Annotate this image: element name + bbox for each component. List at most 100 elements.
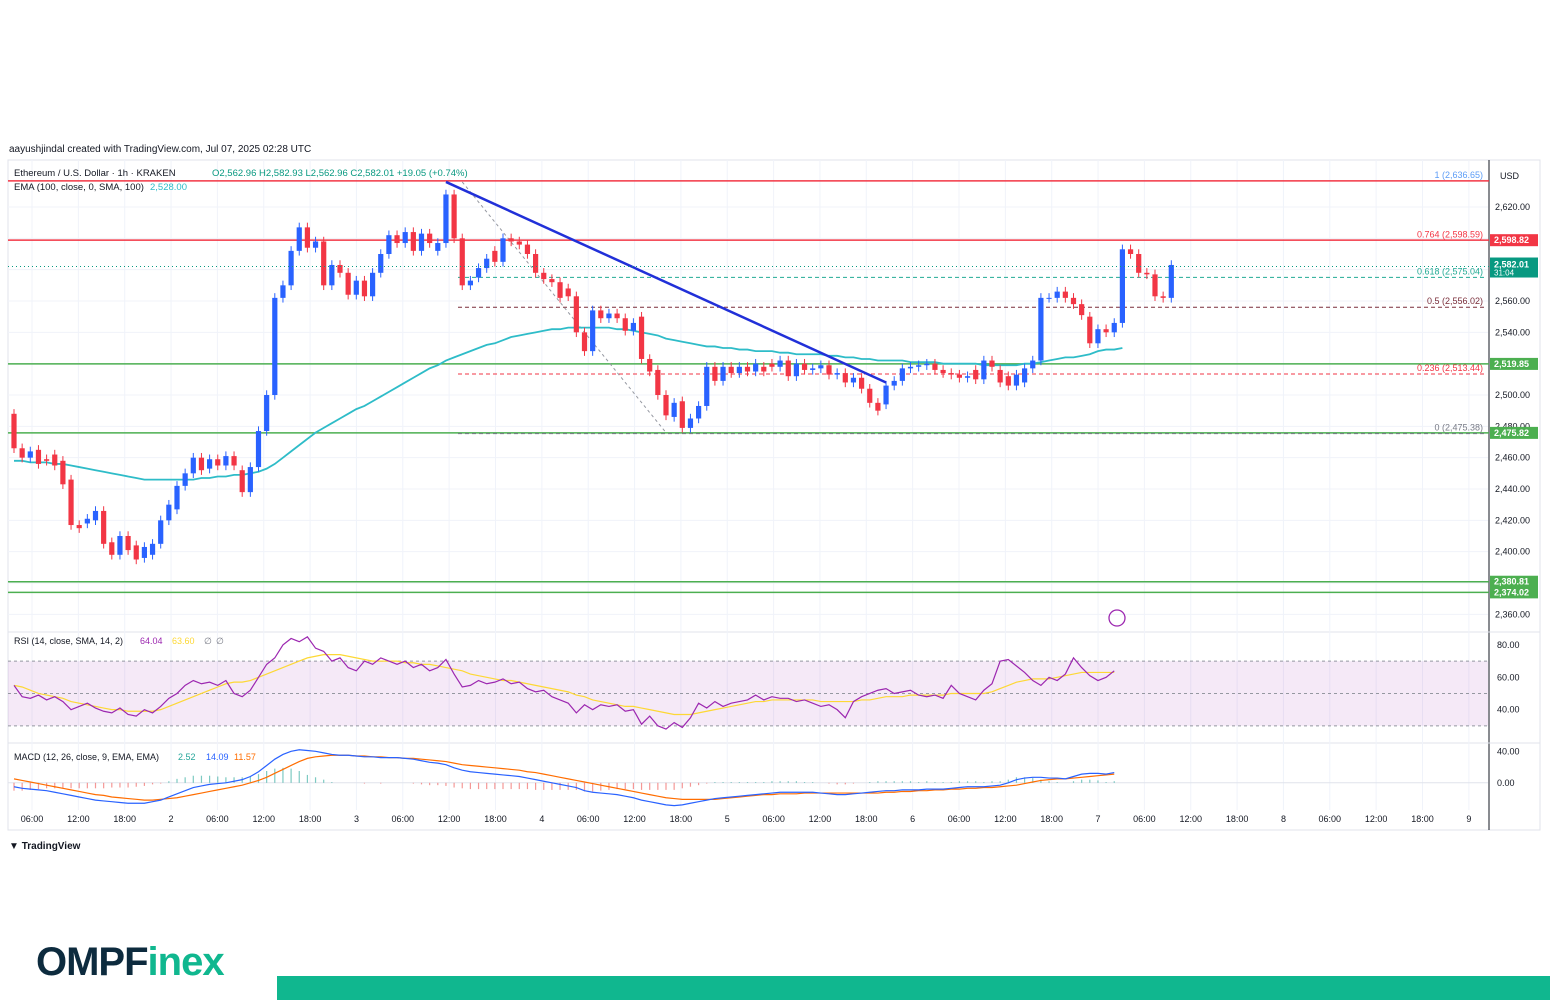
y-tick-label: 2,440.00 — [1495, 484, 1530, 494]
x-tick-label: 06:00 — [206, 814, 229, 824]
candle — [541, 272, 547, 280]
y-tick-label: 2,540.00 — [1495, 327, 1530, 337]
candle — [35, 449, 42, 464]
brand-bar — [277, 976, 1550, 1000]
x-tick-label: 12:00 — [67, 814, 90, 824]
candle — [182, 473, 188, 486]
candle — [1144, 272, 1150, 275]
ema-legend-value: 2,528.00 — [150, 182, 187, 193]
rsi-tick-label: 40.00 — [1497, 705, 1520, 715]
candle — [84, 518, 90, 524]
rsi-legend-value: ∅ — [204, 636, 212, 646]
price-chart[interactable]: 06:00 12:00 18:00 2 06:00 12:00 18:00 3 06:00 12:… — [0, 0, 1550, 840]
candle — [533, 254, 539, 273]
candle — [1079, 304, 1085, 316]
x-tick-label: 12:00 — [252, 814, 275, 824]
candle — [92, 510, 99, 521]
candle — [744, 366, 751, 372]
x-tick-label: 12:00 — [438, 814, 461, 824]
candle — [638, 316, 645, 359]
candle — [1095, 329, 1101, 344]
x-tick-label: 2 — [169, 814, 174, 824]
candle — [1152, 274, 1158, 297]
candle — [899, 368, 905, 381]
price-level-label: 2,475.82 — [1494, 428, 1529, 438]
ema-legend: EMA (100, close, 0, SMA, 100) — [14, 182, 144, 193]
x-tick-label: 12:00 — [1365, 814, 1388, 824]
countdown-label: 31:04 — [1494, 269, 1515, 278]
candle — [981, 360, 987, 380]
candle — [1087, 316, 1093, 344]
x-tick-label: 18:00 — [855, 814, 878, 824]
candle — [859, 377, 865, 389]
candle — [989, 360, 995, 367]
candle — [614, 313, 620, 319]
candle — [712, 366, 718, 381]
candle — [500, 238, 506, 262]
candle — [687, 418, 694, 428]
macd-tick-label: 40.00 — [1497, 746, 1520, 756]
candle — [288, 250, 294, 286]
candle — [361, 280, 368, 297]
price-level-label: 2,374.02 — [1494, 587, 1529, 597]
candle — [671, 402, 677, 417]
candle — [11, 413, 17, 449]
tradingview-logo: ▼ TradingView — [9, 841, 80, 852]
candle — [810, 368, 816, 370]
candle — [394, 235, 400, 244]
candle — [679, 401, 685, 428]
candle — [76, 525, 82, 529]
candle — [516, 241, 522, 245]
candle — [850, 377, 857, 383]
ohlc-label: O2,562.96 H2,582.93 L2,562.96 C2,582.01 … — [212, 168, 468, 179]
candle — [508, 238, 514, 242]
candle — [916, 365, 922, 367]
candle — [785, 360, 791, 377]
x-tick-label: 6 — [910, 814, 915, 824]
candle — [215, 459, 221, 466]
candle — [255, 431, 262, 468]
rsi-legend-value: ∅ — [216, 636, 224, 646]
candle — [264, 395, 270, 432]
x-tick-label: 18:00 — [670, 814, 693, 824]
candle — [728, 366, 734, 374]
candle — [1111, 322, 1117, 333]
tradingview-logo-text: TradingView — [21, 841, 81, 852]
x-tick-label: 12:00 — [809, 814, 832, 824]
candle — [590, 310, 596, 352]
price-level-label: 2,598.82 — [1494, 235, 1529, 245]
symbol-label: Ethereum / U.S. Dollar · 1h · KRAKEN — [14, 168, 176, 179]
candle — [345, 272, 351, 295]
fib-level-label: 0.236 (2,513.44) — [1417, 363, 1483, 373]
y-tick-label: 2,500.00 — [1495, 390, 1530, 400]
candle — [1119, 249, 1125, 323]
candle — [891, 380, 897, 386]
x-tick-label: 8 — [1281, 814, 1286, 824]
candle — [418, 233, 425, 251]
candle — [60, 460, 66, 485]
macd-legend: MACD (12, 26, close, 9, EMA, EMA) — [14, 752, 159, 762]
x-tick-label: 3 — [354, 814, 359, 824]
candle — [581, 332, 588, 352]
candle — [239, 470, 245, 493]
candle — [109, 542, 115, 555]
candle — [149, 543, 156, 555]
x-tick-label: 06:00 — [948, 814, 971, 824]
y-tick-label: 2,620.00 — [1495, 202, 1530, 212]
candle — [1136, 254, 1142, 273]
candle — [44, 459, 50, 461]
candle — [166, 504, 172, 521]
x-tick-label: 12:00 — [994, 814, 1017, 824]
candle — [223, 456, 229, 466]
y-tick-label: 2,420.00 — [1495, 515, 1530, 525]
y-tick-label: 2,560.00 — [1495, 296, 1530, 306]
candle — [1160, 296, 1166, 298]
candle — [52, 454, 58, 466]
rsi-tick-label: 80.00 — [1497, 640, 1520, 650]
x-tick-label: 5 — [725, 814, 730, 824]
x-tick-label: 06:00 — [1133, 814, 1156, 824]
candle — [1168, 264, 1174, 298]
rsi-tick-label: 60.00 — [1497, 672, 1520, 682]
candle — [753, 363, 759, 372]
candle — [174, 485, 180, 510]
